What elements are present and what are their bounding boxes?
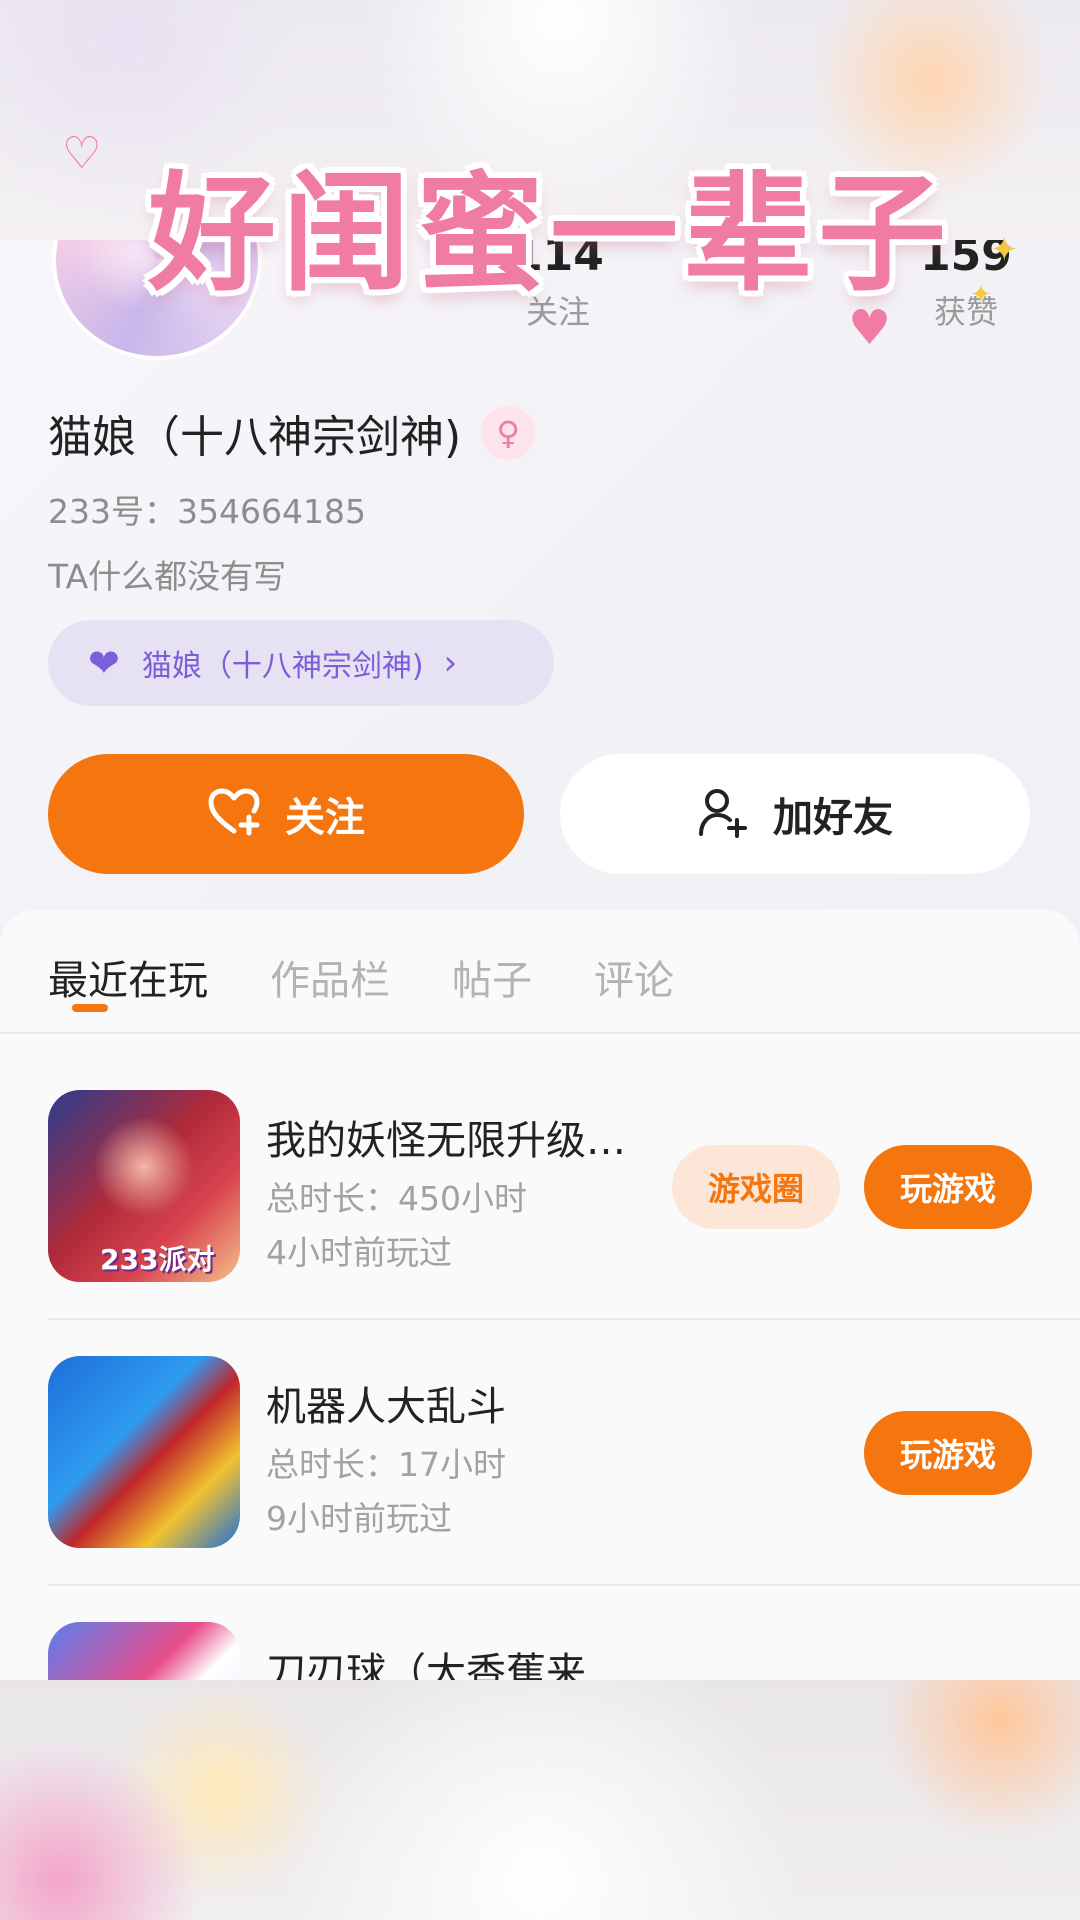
game-title: 刀刃球（大香蕉来… [266, 1650, 626, 1680]
tab-bar: 最近在玩 作品栏 帖子 评论 [48, 948, 736, 1006]
add-friend-button-label: 加好友 [773, 795, 893, 841]
best-friend-tag[interactable]: ❤ 猫娘（十八神宗剑神) › [48, 620, 554, 706]
game-icon [48, 1356, 240, 1548]
user-id: 233号：354664185 [48, 492, 366, 531]
name-row: 猫娘（十八神宗剑神) ♀ [48, 405, 536, 463]
follow-button-label: 关注 [285, 795, 365, 841]
chevron-right-icon: › [443, 643, 458, 683]
game-list-item[interactable]: 刀刃球（大香蕉来… [48, 1622, 1032, 1680]
tab-divider [0, 1032, 1080, 1034]
game-total-time: 总时长：17小时 [266, 1445, 506, 1484]
game-icon: 233派对 [48, 1090, 240, 1282]
small-heart-icon: ♡ [62, 128, 102, 179]
tab-works[interactable]: 作品栏 [270, 948, 390, 1006]
game-icon [48, 1622, 240, 1680]
game-circle-button[interactable]: 游戏圈 [672, 1145, 840, 1229]
game-title: 我的妖怪无限升级… [266, 1118, 626, 1164]
game-title: 机器人大乱斗 [266, 1384, 506, 1430]
add-friend-button[interactable]: 加好友 [560, 754, 1030, 874]
play-game-button[interactable]: 玩游戏 [864, 1411, 1032, 1495]
profile-name: 猫娘（十八神宗剑神) [48, 412, 462, 463]
female-gender-icon: ♀ [481, 406, 536, 460]
game-last-played: 9小时前玩过 [266, 1499, 452, 1538]
double-heart-icon: ❤ [88, 641, 120, 685]
bottom-backdrop [0, 1680, 1080, 1920]
game-last-played: 4小时前玩过 [266, 1233, 452, 1272]
game-list-item[interactable]: 机器人大乱斗 总时长：17小时 9小时前玩过 玩游戏 [48, 1356, 1032, 1551]
heart-icon: ♥ [848, 300, 892, 356]
tab-recently-played[interactable]: 最近在玩 [48, 948, 208, 1006]
overlay-caption: 好闺蜜一辈子 [147, 160, 952, 309]
active-tab-indicator [72, 1004, 108, 1012]
heart-plus-icon [207, 787, 261, 841]
best-friend-name: 猫娘（十八神宗剑神) [141, 649, 424, 684]
add-user-icon [697, 786, 749, 842]
content-panel: 最近在玩 作品栏 帖子 评论 233派对 我的妖怪无限升级… 总时长：450小时… [0, 910, 1080, 1680]
play-game-button[interactable]: 玩游戏 [864, 1145, 1032, 1229]
follow-button[interactable]: 关注 [48, 754, 524, 874]
sparkle-icon: ✦ [970, 280, 992, 310]
game-total-time: 总时长：450小时 [266, 1179, 527, 1218]
row-divider [48, 1318, 1080, 1320]
profile-card: 114 关注 粉丝 159 获赞 猫娘（十八神宗剑神) ♀ 233号：35466… [0, 240, 1080, 1680]
game-icon-badge: 233派对 [100, 1243, 215, 1276]
tab-posts[interactable]: 帖子 [452, 948, 532, 1006]
tab-comments[interactable]: 评论 [594, 948, 674, 1006]
profile-bio: TA什么都没有写 [48, 557, 287, 596]
game-list-item[interactable]: 233派对 我的妖怪无限升级… 总时长：450小时 4小时前玩过 游戏圈 玩游戏 [48, 1090, 1032, 1285]
row-divider [48, 1584, 1080, 1586]
sparkle-icon: ✦ [990, 230, 1019, 270]
